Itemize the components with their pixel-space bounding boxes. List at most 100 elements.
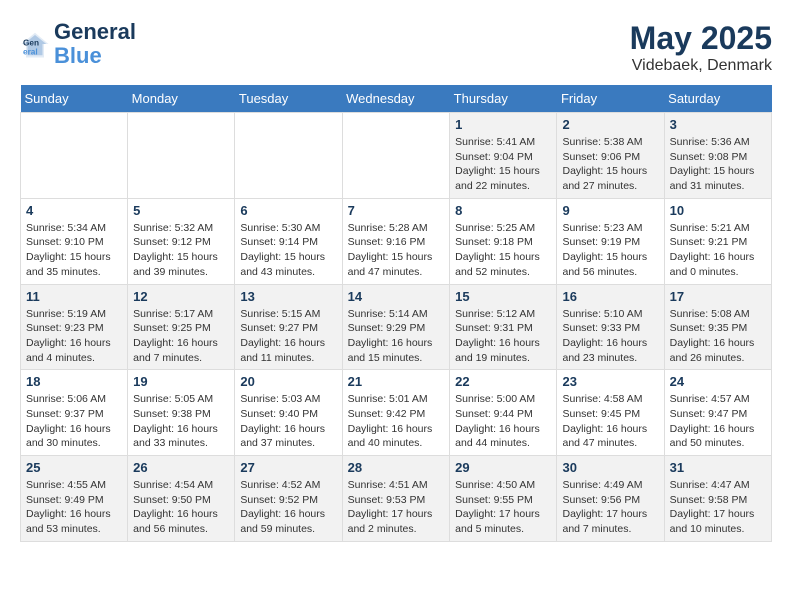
calendar-cell: 22 Sunrise: 5:00 AM Sunset: 9:44 PM Dayli…	[450, 370, 557, 456]
title-block: May 2025 Videbaek, Denmark	[630, 20, 772, 75]
logo-text: GeneralBlue	[54, 20, 136, 68]
svg-text:eral: eral	[23, 48, 38, 57]
day-info: Sunrise: 4:51 AM Sunset: 9:53 PM Dayligh…	[348, 478, 445, 537]
calendar-cell	[235, 113, 342, 199]
day-number: 8	[455, 203, 551, 218]
day-info: Sunrise: 4:52 AM Sunset: 9:52 PM Dayligh…	[240, 478, 336, 537]
day-info: Sunrise: 5:34 AM Sunset: 9:10 PM Dayligh…	[26, 221, 122, 280]
day-info: Sunrise: 5:25 AM Sunset: 9:18 PM Dayligh…	[455, 221, 551, 280]
svg-text:Gen: Gen	[23, 39, 39, 48]
calendar-cell: 23Sunrise: 4:58 AM Sunset: 9:45 PM Dayli…	[557, 370, 664, 456]
day-info: Sunrise: 5:41 AM Sunset: 9:04 PM Dayligh…	[455, 135, 551, 194]
day-info: Sunrise: 4:54 AM Sunset: 9:50 PM Dayligh…	[133, 478, 229, 537]
day-info: Sunrise: 5:14 AM Sunset: 9:29 PM Dayligh…	[348, 307, 445, 366]
calendar-cell: 3 Sunrise: 5:36 AM Sunset: 9:08 PM Daylig…	[664, 113, 771, 199]
month-title: May 2025	[630, 20, 772, 57]
weekday-monday: Monday	[128, 85, 235, 113]
day-info: Sunrise: 5:15 AM Sunset: 9:27 PM Dayligh…	[240, 307, 336, 366]
calendar-cell: 24 Sunrise: 4:57 AM Sunset: 9:47 PM Dayli…	[664, 370, 771, 456]
weekday-sunday: Sunday	[21, 85, 128, 113]
weekday-thursday: Thursday	[450, 85, 557, 113]
day-info: Sunrise: 5:01 AM Sunset: 9:42 PM Dayligh…	[348, 392, 445, 451]
day-info: Sunrise: 5:12 AM Sunset: 9:31 PM Dayligh…	[455, 307, 551, 366]
day-number: 16	[562, 289, 658, 304]
day-number: 25	[26, 460, 122, 475]
day-info: Sunrise: 5:17 AM Sunset: 9:25 PM Dayligh…	[133, 307, 229, 366]
day-info: Sunrise: 4:47 AM Sunset: 9:58 PM Dayligh…	[670, 478, 766, 537]
calendar-cell: 9 Sunrise: 5:23 AM Sunset: 9:19 PM Daylig…	[557, 198, 664, 284]
day-info: Sunrise: 5:36 AM Sunset: 9:08 PM Dayligh…	[670, 135, 766, 194]
calendar-week-4: 18 Sunrise: 5:06 AM Sunset: 9:37 PM Dayli…	[21, 370, 772, 456]
day-number: 24	[670, 374, 766, 389]
day-info: Sunrise: 5:00 AM Sunset: 9:44 PM Dayligh…	[455, 392, 551, 451]
calendar-week-3: 11Sunrise: 5:19 AM Sunset: 9:23 PM Dayli…	[21, 284, 772, 370]
day-number: 9	[562, 203, 658, 218]
day-number: 1	[455, 117, 551, 132]
day-info: Sunrise: 4:55 AM Sunset: 9:49 PM Dayligh…	[26, 478, 122, 537]
day-info: Sunrise: 5:21 AM Sunset: 9:21 PM Dayligh…	[670, 221, 766, 280]
day-number: 5	[133, 203, 229, 218]
day-info: Sunrise: 4:50 AM Sunset: 9:55 PM Dayligh…	[455, 478, 551, 537]
day-number: 10	[670, 203, 766, 218]
day-info: Sunrise: 4:58 AM Sunset: 9:45 PM Dayligh…	[562, 392, 658, 451]
day-info: Sunrise: 5:32 AM Sunset: 9:12 PM Dayligh…	[133, 221, 229, 280]
day-info: Sunrise: 5:08 AM Sunset: 9:35 PM Dayligh…	[670, 307, 766, 366]
calendar-cell	[128, 113, 235, 199]
weekday-wednesday: Wednesday	[342, 85, 450, 113]
day-number: 18	[26, 374, 122, 389]
calendar-cell: 30Sunrise: 4:49 AM Sunset: 9:56 PM Dayli…	[557, 456, 664, 542]
calendar-cell: 25 Sunrise: 4:55 AM Sunset: 9:49 PM Dayli…	[21, 456, 128, 542]
calendar-cell: 12 Sunrise: 5:17 AM Sunset: 9:25 PM Dayli…	[128, 284, 235, 370]
calendar-cell: 13 Sunrise: 5:15 AM Sunset: 9:27 PM Dayli…	[235, 284, 342, 370]
page-header: Gen eral GeneralBlue May 2025 Videbaek, …	[20, 20, 772, 75]
calendar-cell	[342, 113, 450, 199]
calendar-cell: 16Sunrise: 5:10 AM Sunset: 9:33 PM Dayli…	[557, 284, 664, 370]
calendar-cell: 17 Sunrise: 5:08 AM Sunset: 9:35 PM Dayli…	[664, 284, 771, 370]
calendar-week-2: 4 Sunrise: 5:34 AM Sunset: 9:10 PM Daylig…	[21, 198, 772, 284]
calendar-cell: 1 Sunrise: 5:41 AM Sunset: 9:04 PM Daylig…	[450, 113, 557, 199]
day-number: 12	[133, 289, 229, 304]
logo-icon: Gen eral	[20, 29, 50, 59]
day-info: Sunrise: 4:57 AM Sunset: 9:47 PM Dayligh…	[670, 392, 766, 451]
day-number: 19	[133, 374, 229, 389]
day-number: 30	[562, 460, 658, 475]
calendar-cell: 20Sunrise: 5:03 AM Sunset: 9:40 PM Dayli…	[235, 370, 342, 456]
day-number: 7	[348, 203, 445, 218]
calendar-cell: 28 Sunrise: 4:51 AM Sunset: 9:53 PM Dayli…	[342, 456, 450, 542]
day-number: 13	[240, 289, 336, 304]
logo: Gen eral GeneralBlue	[20, 20, 136, 68]
weekday-tuesday: Tuesday	[235, 85, 342, 113]
calendar-cell: 14 Sunrise: 5:14 AM Sunset: 9:29 PM Dayli…	[342, 284, 450, 370]
day-number: 28	[348, 460, 445, 475]
calendar-cell: 29 Sunrise: 4:50 AM Sunset: 9:55 PM Dayli…	[450, 456, 557, 542]
day-number: 4	[26, 203, 122, 218]
calendar-header: SundayMondayTuesdayWednesdayThursdayFrid…	[21, 85, 772, 113]
calendar-cell: 2Sunrise: 5:38 AM Sunset: 9:06 PM Daylig…	[557, 113, 664, 199]
calendar-cell: 7Sunrise: 5:28 AM Sunset: 9:16 PM Daylig…	[342, 198, 450, 284]
day-number: 22	[455, 374, 551, 389]
day-info: Sunrise: 5:05 AM Sunset: 9:38 PM Dayligh…	[133, 392, 229, 451]
weekday-friday: Friday	[557, 85, 664, 113]
calendar-cell: 31 Sunrise: 4:47 AM Sunset: 9:58 PM Dayli…	[664, 456, 771, 542]
day-number: 3	[670, 117, 766, 132]
calendar-cell	[21, 113, 128, 199]
location: Videbaek, Denmark	[630, 57, 772, 75]
calendar-cell: 6 Sunrise: 5:30 AM Sunset: 9:14 PM Daylig…	[235, 198, 342, 284]
day-number: 11	[26, 289, 122, 304]
calendar-week-1: 1 Sunrise: 5:41 AM Sunset: 9:04 PM Daylig…	[21, 113, 772, 199]
calendar-cell: 21Sunrise: 5:01 AM Sunset: 9:42 PM Dayli…	[342, 370, 450, 456]
calendar-cell: 8 Sunrise: 5:25 AM Sunset: 9:18 PM Daylig…	[450, 198, 557, 284]
calendar-cell: 5 Sunrise: 5:32 AM Sunset: 9:12 PM Daylig…	[128, 198, 235, 284]
day-info: Sunrise: 5:06 AM Sunset: 9:37 PM Dayligh…	[26, 392, 122, 451]
day-number: 29	[455, 460, 551, 475]
day-info: Sunrise: 5:23 AM Sunset: 9:19 PM Dayligh…	[562, 221, 658, 280]
day-number: 17	[670, 289, 766, 304]
day-info: Sunrise: 5:30 AM Sunset: 9:14 PM Dayligh…	[240, 221, 336, 280]
day-number: 6	[240, 203, 336, 218]
day-number: 20	[240, 374, 336, 389]
calendar-cell: 11Sunrise: 5:19 AM Sunset: 9:23 PM Dayli…	[21, 284, 128, 370]
calendar-week-5: 25 Sunrise: 4:55 AM Sunset: 9:49 PM Dayli…	[21, 456, 772, 542]
calendar-cell: 19 Sunrise: 5:05 AM Sunset: 9:38 PM Dayli…	[128, 370, 235, 456]
day-number: 31	[670, 460, 766, 475]
day-number: 14	[348, 289, 445, 304]
